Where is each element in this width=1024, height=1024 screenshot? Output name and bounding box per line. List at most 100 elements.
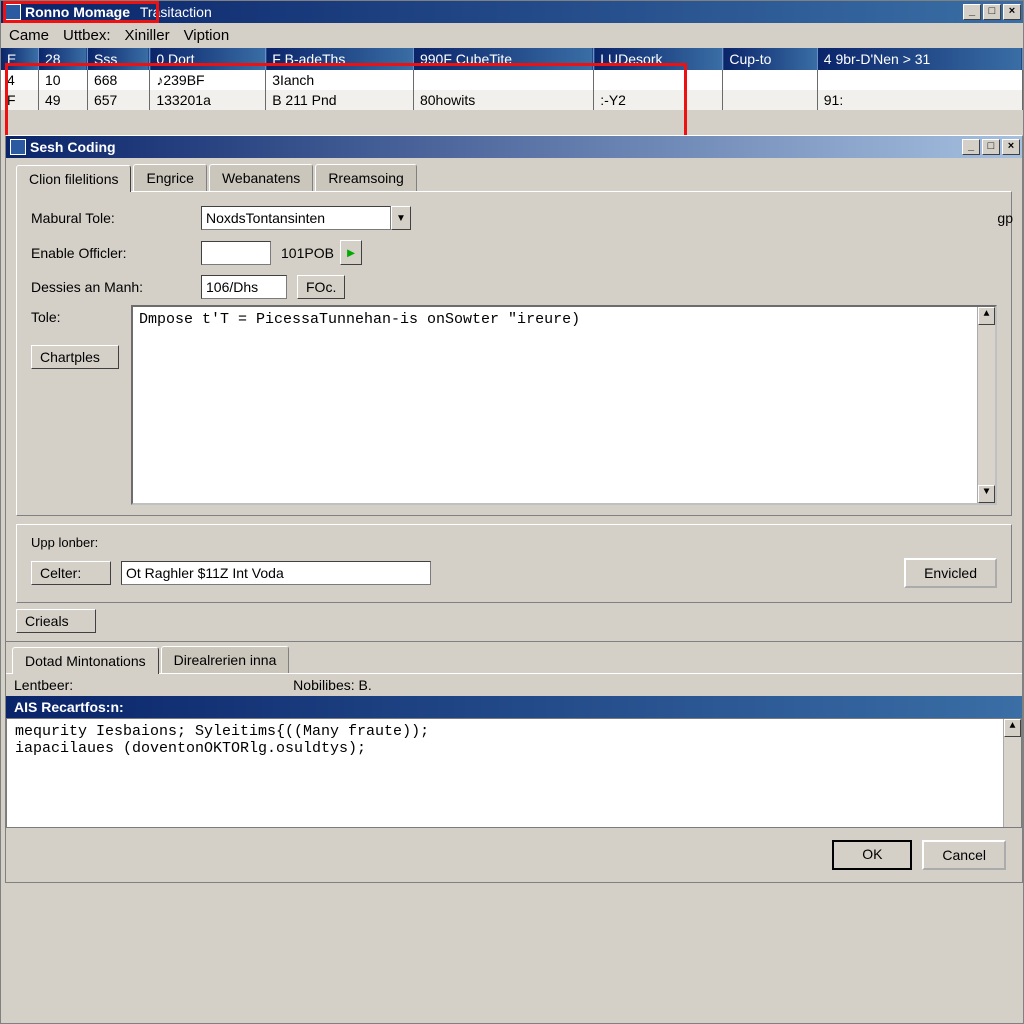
child-title: Sesh Coding bbox=[30, 139, 962, 155]
cell bbox=[723, 70, 817, 90]
code-line-1: mequrity Iesbaions; Syleitims{((Many fra… bbox=[15, 723, 1013, 740]
status-nobim: Nobilibes: B. bbox=[293, 677, 372, 693]
col-8[interactable]: 4 9br-D'Nen > 31 bbox=[817, 48, 1022, 70]
label-mabural: Mabural Tole: bbox=[31, 210, 201, 226]
table-row[interactable]: 4 10 668 ♪239BF 3Ianch bbox=[1, 70, 1023, 90]
tab-rreamsoing[interactable]: Rreamsoing bbox=[315, 164, 416, 191]
main-window: Ronno Momage Trasitaction _ □ × Came Utt… bbox=[0, 0, 1024, 1024]
title-part-a: Ronno Momage bbox=[25, 4, 130, 20]
cell bbox=[817, 70, 1022, 90]
scroll-down-icon[interactable]: ▼ bbox=[978, 485, 995, 503]
tole-textarea[interactable]: Dmpose t'T = PicessaTunnehan-is onSowter… bbox=[131, 305, 997, 505]
tab-direalrerien[interactable]: Direalrerien inna bbox=[161, 646, 290, 673]
child-app-icon bbox=[10, 139, 26, 155]
scroll-up-icon[interactable]: ▲ bbox=[978, 307, 995, 325]
app-icon bbox=[5, 4, 21, 20]
dessies-input[interactable] bbox=[201, 275, 287, 299]
celter-button[interactable]: Celter: bbox=[31, 561, 111, 585]
cell: 133201a bbox=[150, 90, 266, 110]
cell: F bbox=[1, 90, 38, 110]
child-window: Sesh Coding _ □ × Clion filelitions Engr… bbox=[5, 135, 1023, 883]
tole-text: Dmpose t'T = PicessaTunnehan-is onSowter… bbox=[139, 311, 580, 328]
label-dessies: Dessies an Manh: bbox=[31, 279, 201, 295]
child-close-button[interactable]: × bbox=[1002, 139, 1020, 155]
col-5[interactable]: 990F CubeTite bbox=[413, 48, 593, 70]
title-part-b: Trasitaction bbox=[140, 4, 212, 20]
col-2[interactable]: Sss bbox=[87, 48, 149, 70]
cell: 668 bbox=[87, 70, 149, 90]
foc-button[interactable]: FOc. bbox=[297, 275, 345, 299]
tabs-bottom: Dotad Mintonations Direalrerien inna bbox=[6, 646, 1022, 673]
cell: 657 bbox=[87, 90, 149, 110]
code-scrollbar[interactable]: ▲ bbox=[1003, 719, 1021, 827]
child-titlebar: Sesh Coding _ □ × bbox=[6, 136, 1022, 158]
enable-code: 101POB bbox=[281, 245, 334, 261]
status-row: Lentbeer: Nobilibes: B. bbox=[6, 673, 1022, 696]
combo-mabural[interactable]: ▼ bbox=[201, 206, 411, 230]
main-window-controls: _ □ × bbox=[963, 4, 1021, 20]
main-titlebar: Ronno Momage Trasitaction _ □ × bbox=[1, 1, 1023, 23]
cancel-button[interactable]: Cancel bbox=[922, 840, 1006, 870]
cell: 91: bbox=[817, 90, 1022, 110]
scroll-up-icon[interactable]: ▲ bbox=[1004, 719, 1021, 737]
cell: 3Ianch bbox=[266, 70, 414, 90]
cell bbox=[723, 90, 817, 110]
tabs-top: Clion filelitions Engrice Webanatens Rre… bbox=[6, 158, 1022, 191]
cell: :-Y2 bbox=[594, 90, 723, 110]
menubar: Came Uttbex: Xiniller Viption bbox=[1, 23, 1023, 48]
col-0[interactable]: E bbox=[1, 48, 38, 70]
chartples-button[interactable]: Chartples bbox=[31, 345, 119, 369]
table-header-row: E 28 Sss 0 Dort F B-adeThs 990F CubeTite… bbox=[1, 48, 1023, 70]
child-minimize-button[interactable]: _ bbox=[962, 139, 980, 155]
menu-viption[interactable]: Viption bbox=[184, 27, 230, 44]
minimize-button[interactable]: _ bbox=[963, 4, 981, 20]
child-maximize-button[interactable]: □ bbox=[982, 139, 1000, 155]
cell: 80howits bbox=[413, 90, 593, 110]
col-1[interactable]: 28 bbox=[38, 48, 87, 70]
status-lentbeer: Lentbeer: bbox=[14, 677, 73, 693]
combo-mabural-input[interactable] bbox=[201, 206, 391, 230]
cell: 49 bbox=[38, 90, 87, 110]
tab-dotad[interactable]: Dotad Mintonations bbox=[12, 647, 159, 674]
textarea-scrollbar[interactable]: ▲ ▼ bbox=[977, 307, 995, 503]
dialog-buttons: OK Cancel bbox=[6, 828, 1022, 882]
close-button[interactable]: × bbox=[1003, 4, 1021, 20]
main-title: Ronno Momage Trasitaction bbox=[25, 4, 963, 20]
ok-button[interactable]: OK bbox=[832, 840, 912, 870]
label-enable: Enable Officler: bbox=[31, 245, 201, 261]
menu-xiniller[interactable]: Xiniller bbox=[125, 27, 170, 44]
maximize-button[interactable]: □ bbox=[983, 4, 1001, 20]
enable-input[interactable] bbox=[201, 241, 271, 265]
cell: B 211 Pnd bbox=[266, 90, 414, 110]
celter-input[interactable] bbox=[121, 561, 431, 585]
menu-uttbex[interactable]: Uttbex: bbox=[63, 27, 111, 44]
child-window-controls: _ □ × bbox=[962, 139, 1020, 155]
col-6[interactable]: LUDesork bbox=[594, 48, 723, 70]
label-upp: Upp lonber: bbox=[31, 535, 997, 550]
code-line-2: iapacilaues (doventonOKTORlg.osuldtys); bbox=[15, 740, 1013, 757]
chevron-down-icon[interactable]: ▼ bbox=[391, 206, 411, 230]
data-table: E 28 Sss 0 Dort F B-adeThs 990F CubeTite… bbox=[1, 48, 1023, 110]
tab-webanatens[interactable]: Webanatens bbox=[209, 164, 313, 191]
cell: 10 bbox=[38, 70, 87, 90]
play-icon[interactable]: ▸ bbox=[340, 240, 362, 265]
menu-came[interactable]: Came bbox=[9, 27, 49, 44]
lower-pane: Dotad Mintonations Direalrerien inna Len… bbox=[6, 641, 1022, 882]
col-4[interactable]: F B-adeThs bbox=[266, 48, 414, 70]
tab-clion[interactable]: Clion filelitions bbox=[16, 165, 131, 192]
cell bbox=[594, 70, 723, 90]
col-3[interactable]: 0 Dort bbox=[150, 48, 266, 70]
table-row[interactable]: F 49 657 133201a B 211 Pnd 80howits :-Y2… bbox=[1, 90, 1023, 110]
upp-panel: Upp lonber: Celter: Envicled bbox=[16, 524, 1012, 603]
cell bbox=[413, 70, 593, 90]
code-body[interactable]: mequrity Iesbaions; Syleitims{((Many fra… bbox=[6, 718, 1022, 828]
cell: 4 bbox=[1, 70, 38, 90]
cell: ♪239BF bbox=[150, 70, 266, 90]
envicled-button[interactable]: Envicled bbox=[904, 558, 997, 588]
form-panel: gp Mabural Tole: ▼ Enable Officler: 101P… bbox=[16, 191, 1012, 516]
tab-engrice[interactable]: Engrice bbox=[133, 164, 206, 191]
code-heading: AIS Recartfos:n: bbox=[6, 696, 1022, 718]
right-hint: gp bbox=[997, 210, 1013, 226]
crieals-button[interactable]: Crieals bbox=[16, 609, 96, 633]
col-7[interactable]: Cup-to bbox=[723, 48, 817, 70]
